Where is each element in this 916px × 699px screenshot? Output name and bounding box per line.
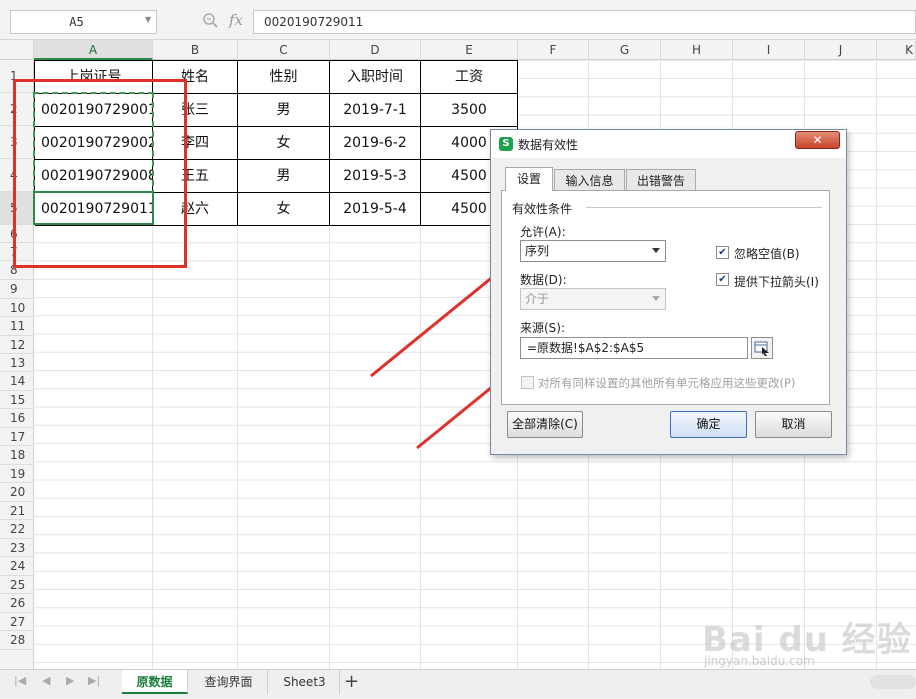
app-logo-icon: S bbox=[499, 137, 513, 151]
apply-all-checkbox bbox=[521, 376, 534, 389]
range-picker-icon bbox=[754, 341, 769, 356]
dialog-title: 数据有效性 bbox=[518, 138, 579, 152]
clear-all-button[interactable]: 全部清除(C) bbox=[507, 411, 583, 438]
section-divider bbox=[586, 207, 822, 208]
sheet-tab-original-data[interactable]: 原数据 bbox=[122, 670, 188, 694]
ignore-blank-checkbox[interactable]: ✔ bbox=[716, 246, 729, 259]
ok-button[interactable]: 确定 bbox=[670, 411, 747, 438]
allow-label: 允许(A): bbox=[520, 225, 566, 239]
cancel-button[interactable]: 取消 bbox=[755, 411, 832, 438]
section-title: 有效性条件 bbox=[512, 202, 573, 216]
source-label: 来源(S): bbox=[520, 321, 566, 335]
chevron-down-icon bbox=[652, 296, 660, 301]
data-select: 介于 bbox=[520, 288, 666, 310]
source-input[interactable]: =原数据!$A$2:$A$5 bbox=[520, 337, 748, 359]
data-select-value: 介于 bbox=[525, 292, 550, 306]
watermark-url: jingyan.baidu.com bbox=[704, 654, 815, 668]
prev-sheet-icon[interactable]: ◀ bbox=[42, 674, 50, 687]
ignore-blank-label: 忽略空值(B) bbox=[734, 247, 800, 261]
last-sheet-icon[interactable]: ▶| bbox=[88, 674, 100, 687]
first-sheet-icon[interactable]: |◀ bbox=[14, 674, 26, 687]
tab-settings[interactable]: 设置 bbox=[505, 167, 553, 191]
range-picker-button[interactable] bbox=[751, 337, 773, 359]
allow-select-value: 序列 bbox=[525, 244, 550, 258]
add-sheet-button[interactable]: + bbox=[344, 671, 359, 692]
sheet-tab-sheet3[interactable]: Sheet3 bbox=[270, 670, 340, 694]
horizontal-scrollbar[interactable] bbox=[870, 675, 916, 689]
close-button[interactable]: ✕ bbox=[795, 131, 840, 149]
sheet-tab-query[interactable]: 查询界面 bbox=[190, 670, 268, 694]
next-sheet-icon[interactable]: ▶ bbox=[66, 674, 74, 687]
dropdown-arrow-label: 提供下拉箭头(I) bbox=[734, 275, 819, 289]
apply-all-label: 对所有同样设置的其他所有单元格应用这些更改(P) bbox=[538, 376, 796, 390]
tab-input-message[interactable]: 输入信息 bbox=[554, 169, 625, 191]
allow-select[interactable]: 序列 bbox=[520, 240, 666, 262]
chevron-down-icon bbox=[652, 248, 660, 253]
tab-error-alert[interactable]: 出错警告 bbox=[626, 169, 696, 191]
dropdown-arrow-checkbox[interactable]: ✔ bbox=[716, 273, 729, 286]
data-label: 数据(D): bbox=[520, 273, 567, 287]
